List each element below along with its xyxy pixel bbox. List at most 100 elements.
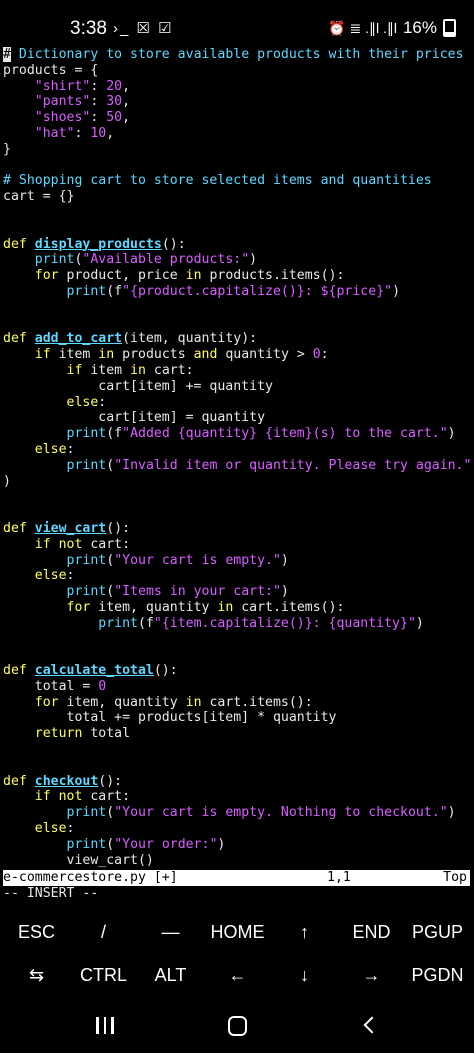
key-up[interactable]: ↑ bbox=[271, 908, 338, 956]
code-token: (f bbox=[106, 283, 123, 299]
code-token: ( bbox=[106, 584, 115, 600]
code-token: in bbox=[185, 268, 202, 284]
code-token: , bbox=[122, 94, 131, 110]
code-token: 0 bbox=[98, 678, 107, 694]
code-token: 30 bbox=[106, 94, 123, 110]
code-editor[interactable]: # Dictionary to store available products… bbox=[3, 47, 473, 868]
code-token: : bbox=[90, 94, 107, 110]
home-icon[interactable] bbox=[228, 1016, 247, 1036]
notification-icons: ›_ ☒ ☑ bbox=[113, 20, 174, 37]
key-esc[interactable]: ESC bbox=[3, 908, 70, 956]
vim-filename: e-commercestore.py [+] bbox=[3, 870, 178, 885]
text-cursor: # bbox=[3, 47, 11, 62]
code-token: view_cart bbox=[34, 520, 107, 536]
code-token: ) bbox=[280, 552, 289, 568]
key-end[interactable]: END bbox=[338, 908, 405, 956]
code-token: def bbox=[3, 663, 35, 679]
code-token: add_to_cart bbox=[34, 331, 123, 347]
system-nav-bar bbox=[0, 1000, 474, 1053]
code-token: def bbox=[3, 520, 35, 536]
code-token: cart.items(): bbox=[233, 599, 345, 615]
code-token: else bbox=[34, 568, 67, 584]
code-line: "pants": 30, bbox=[3, 94, 473, 110]
key-pgup[interactable]: PGUP bbox=[404, 908, 471, 956]
code-token: item bbox=[82, 362, 131, 378]
code-line: else: bbox=[3, 442, 473, 458]
code-token: print bbox=[66, 283, 107, 299]
code-token: print bbox=[66, 426, 107, 442]
key-slash[interactable]: / bbox=[70, 908, 137, 956]
code-line: total += products[item] * quantity bbox=[3, 710, 473, 726]
key-alt[interactable]: ALT bbox=[137, 951, 204, 999]
code-line: print("Items in your cart:") bbox=[3, 584, 473, 600]
code-line: def calculate_total(): bbox=[3, 663, 473, 679]
key-ctrl[interactable]: CTRL bbox=[70, 951, 137, 999]
code-token: : bbox=[90, 78, 107, 94]
code-token: cart.items(): bbox=[201, 694, 313, 710]
code-line: view_cart() bbox=[3, 853, 473, 869]
code-token: if not bbox=[34, 536, 83, 552]
code-line: "shirt": 20, bbox=[3, 79, 473, 95]
code-token: calculate_total bbox=[34, 663, 154, 679]
code-token: cart: bbox=[82, 789, 131, 805]
key-tab[interactable]: ⇆ bbox=[3, 951, 70, 999]
code-line: def display_products(): bbox=[3, 237, 473, 253]
code-token: : bbox=[66, 441, 75, 457]
code-line: # Dictionary to store available products… bbox=[3, 47, 473, 63]
key-pgdn[interactable]: PGDN bbox=[404, 951, 471, 999]
key-down[interactable]: ↓ bbox=[271, 951, 338, 999]
status-bar: 3:38 ›_ ☒ ☑ ⏰ ≣ .∥l .∥l 16% bbox=[0, 0, 474, 46]
code-token: item, quantity bbox=[90, 599, 218, 615]
code-line: else: bbox=[3, 395, 473, 411]
code-token: total = bbox=[3, 678, 99, 694]
code-token: total += products[item] * quantity bbox=[3, 710, 337, 726]
code-line: print(f"{product.capitalize()}: ${price}… bbox=[3, 284, 473, 300]
code-token: (f bbox=[137, 615, 154, 631]
code-token: "Your cart is empty. Nothing to checkout… bbox=[114, 805, 448, 821]
vim-scroll-indicator: Top bbox=[443, 870, 467, 885]
code-token: "hat" bbox=[34, 125, 75, 141]
code-token: if not bbox=[34, 789, 83, 805]
code-token: print bbox=[66, 457, 107, 473]
vim-status-line: e-commercestore.py [+] 1,1 Top bbox=[3, 870, 470, 886]
code-token: products.items(): bbox=[201, 268, 345, 284]
code-token: (item, quantity): bbox=[122, 331, 258, 347]
code-line: # Shopping cart to store selected items … bbox=[3, 173, 473, 189]
code-line: products = { bbox=[3, 63, 473, 79]
key-dash[interactable]: — bbox=[137, 908, 204, 956]
code-token: total bbox=[82, 726, 131, 742]
code-token: ) bbox=[217, 836, 226, 852]
code-token: ) bbox=[392, 283, 401, 299]
recents-icon[interactable] bbox=[96, 1017, 114, 1034]
key-left[interactable]: ← bbox=[204, 951, 271, 999]
code-token: cart[item] = quantity bbox=[3, 410, 266, 426]
code-token: ( bbox=[106, 836, 115, 852]
code-token: # Shopping cart to store selected items … bbox=[3, 173, 432, 189]
code-token: else bbox=[34, 441, 67, 457]
key-home[interactable]: HOME bbox=[204, 908, 271, 956]
back-icon[interactable] bbox=[363, 1016, 381, 1034]
key-right[interactable]: → bbox=[338, 951, 405, 999]
code-token: ( bbox=[106, 552, 115, 568]
code-line: "hat": 10, bbox=[3, 126, 473, 142]
code-token: ) bbox=[280, 584, 289, 600]
code-token: print bbox=[66, 552, 107, 568]
code-token: Dictionary to store available products w… bbox=[10, 47, 464, 62]
code-token: def bbox=[3, 331, 35, 347]
